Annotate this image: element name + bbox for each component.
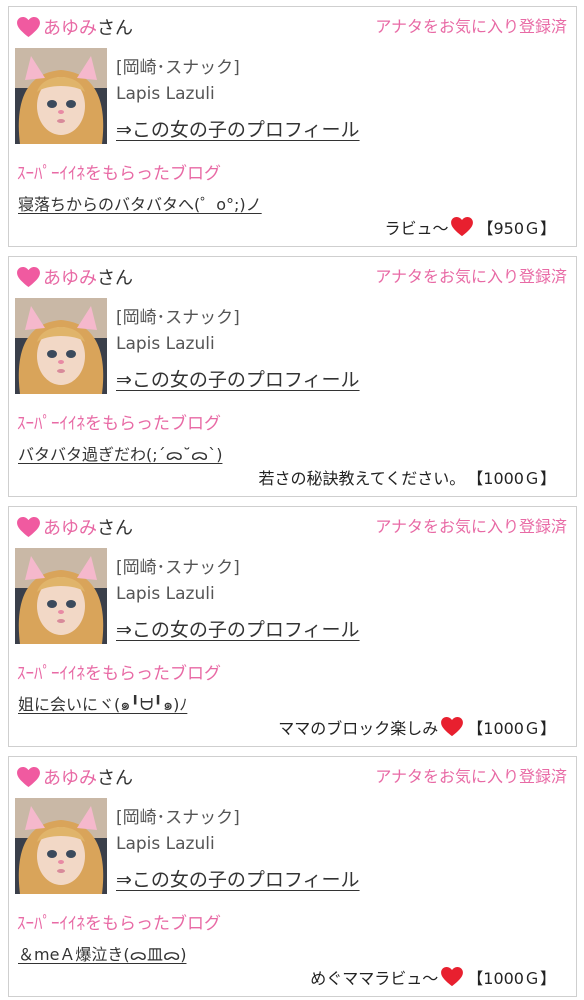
favorite-status-button[interactable]: アナタをお気に入り登録済	[375, 13, 567, 37]
blog-title-link[interactable]: ＆meＡ爆泣き(ᯅ皿ᯅ)	[18, 941, 186, 965]
avatar[interactable]	[15, 48, 107, 144]
avatar[interactable]	[15, 798, 107, 894]
list-item: あゆみ さん アナタをお気に入り登録済 [岡崎･スナック] Lapis Lazu…	[8, 756, 577, 997]
shop-info: [岡崎･スナック] Lapis Lazuli	[116, 55, 240, 107]
gift-message: ラビュ〜 【950Ｇ】	[384, 215, 556, 239]
area-category: [岡崎･スナック]	[116, 308, 240, 328]
gift-price: 【1000Ｇ】	[467, 469, 556, 488]
gift-text: 若さの秘訣教えてください。	[258, 469, 466, 488]
gift-price: 【1000Ｇ】	[467, 969, 556, 988]
favorite-status-button[interactable]: アナタをお気に入り登録済	[375, 763, 567, 787]
gift-message: 若さの秘訣教えてください。 【1000Ｇ】	[259, 465, 556, 489]
shop-info: [岡崎･スナック] Lapis Lazuli	[116, 555, 240, 607]
shop-name: Lapis Lazuli	[116, 334, 215, 354]
list-item: あゆみ さん アナタをお気に入り登録済 [岡崎･スナック] Lapis Lazu…	[8, 256, 577, 497]
card-header: あゆみ さん	[17, 263, 133, 291]
girl-name[interactable]: あゆみ	[43, 14, 97, 40]
gift-message: めぐママラビュ〜 【1000Ｇ】	[310, 965, 556, 989]
honorific: さん	[97, 268, 133, 289]
blog-title-link[interactable]: バタバタ過ぎだわ(;´ᯅ˘ᯅ`)	[18, 441, 222, 465]
area-category: [岡崎･スナック]	[116, 808, 240, 828]
shop-info: [岡崎･スナック] Lapis Lazuli	[116, 305, 240, 357]
heart-icon	[17, 766, 40, 787]
card-header: あゆみ さん	[17, 763, 133, 791]
shop-name: Lapis Lazuli	[116, 834, 215, 854]
honorific: さん	[97, 518, 133, 539]
favorite-status-button[interactable]: アナタをお気に入り登録済	[375, 263, 567, 287]
girl-name[interactable]: あゆみ	[43, 264, 97, 290]
area-category: [岡崎･スナック]	[116, 58, 240, 78]
card-header: あゆみ さん	[17, 513, 133, 541]
shop-name: Lapis Lazuli	[116, 584, 215, 604]
gift-price: 【1000Ｇ】	[467, 719, 556, 738]
girl-name[interactable]: あゆみ	[43, 764, 97, 790]
profile-link[interactable]: ⇒この女の子のプロフィール	[116, 615, 360, 642]
girl-name[interactable]: あゆみ	[43, 514, 97, 540]
avatar[interactable]	[15, 548, 107, 644]
gift-text: ラビュ〜	[384, 219, 449, 238]
section-title: ｽｰﾊﾟｰｲｲﾈをもらったブログ	[17, 164, 221, 184]
avatar[interactable]	[15, 298, 107, 394]
favorite-status-button[interactable]: アナタをお気に入り登録済	[375, 513, 567, 537]
blog-title-link[interactable]: 寝落ちからのバタバタへ(゜o°;)ノ	[18, 191, 262, 215]
shop-info: [岡崎･スナック] Lapis Lazuli	[116, 805, 240, 857]
shop-name: Lapis Lazuli	[116, 84, 215, 104]
blog-like-list: あゆみ さん アナタをお気に入り登録済 [岡崎･スナック] Lapis Lazu…	[0, 0, 584, 1000]
card-header: あゆみ さん	[17, 13, 133, 41]
list-item: あゆみ さん アナタをお気に入り登録済 [岡崎･スナック] Lapis Lazu…	[8, 6, 577, 247]
section-title: ｽｰﾊﾟｰｲｲﾈをもらったブログ	[17, 414, 221, 434]
red-heart-icon	[441, 967, 464, 987]
area-category: [岡崎･スナック]	[116, 558, 240, 578]
gift-message: ママのブロック楽しみ 【1000Ｇ】	[278, 715, 556, 739]
profile-link[interactable]: ⇒この女の子のプロフィール	[116, 865, 360, 892]
profile-link[interactable]: ⇒この女の子のプロフィール	[116, 365, 360, 392]
section-title: ｽｰﾊﾟｰｲｲﾈをもらったブログ	[17, 664, 221, 684]
heart-icon	[17, 266, 40, 287]
profile-link[interactable]: ⇒この女の子のプロフィール	[116, 115, 360, 142]
section-title: ｽｰﾊﾟｰｲｲﾈをもらったブログ	[17, 914, 221, 934]
honorific: さん	[97, 18, 133, 39]
gift-text: ママのブロック楽しみ	[278, 719, 439, 738]
gift-price: 【950Ｇ】	[477, 219, 556, 238]
red-heart-icon	[441, 717, 464, 737]
red-heart-icon	[451, 217, 474, 237]
blog-title-link[interactable]: 姐に会いにヾ(๑╹ᗨ╹๑)ﾉ	[18, 691, 187, 718]
honorific: さん	[97, 768, 133, 789]
list-item: あゆみ さん アナタをお気に入り登録済 [岡崎･スナック] Lapis Lazu…	[8, 506, 577, 747]
heart-icon	[17, 16, 40, 37]
heart-icon	[17, 516, 40, 537]
gift-text: めぐママラビュ〜	[310, 969, 439, 988]
